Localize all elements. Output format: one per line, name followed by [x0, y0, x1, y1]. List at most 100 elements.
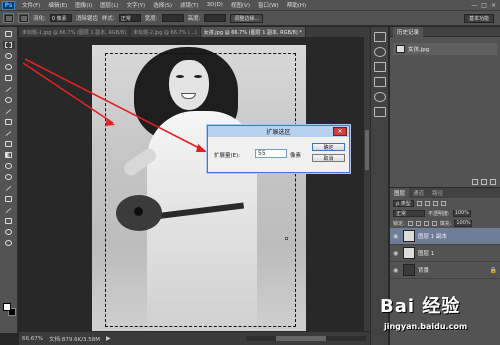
healing-brush-tool-icon[interactable]	[3, 96, 15, 104]
layer-name: 图层 1	[418, 251, 435, 257]
workspace-select[interactable]: 基本功能	[463, 13, 494, 23]
window-controls: — □ ×	[471, 2, 500, 9]
antialias-checkbox[interactable]: 消除锯齿	[76, 14, 98, 22]
tab-channels[interactable]: 通道	[409, 188, 428, 198]
history-snapshot-row[interactable]: 女孩.jpg	[393, 43, 497, 55]
tab-layers[interactable]: 图层	[390, 188, 410, 198]
tab-document-1[interactable]: 未标题-1.jpg @ 66.7% (图层 1 副本, RGB/8)	[19, 27, 131, 37]
create-snapshot-icon[interactable]	[481, 179, 487, 185]
history-panel-icon[interactable]	[373, 32, 386, 42]
feather-input[interactable]: 0 像素	[49, 14, 72, 22]
foreground-color-swatch[interactable]	[3, 303, 11, 311]
close-window-icon[interactable]: ×	[491, 2, 496, 9]
menu-3d[interactable]: 3D(D)	[203, 2, 227, 8]
adjustment-filter-icon[interactable]	[424, 200, 430, 206]
crop-glyph	[5, 75, 12, 81]
canvas-horizontal-scrollbar[interactable]	[246, 336, 366, 341]
new-selection-icon[interactable]	[18, 13, 29, 23]
pen-tool-icon[interactable]	[3, 184, 15, 192]
move-tool-icon[interactable]	[3, 30, 15, 38]
height-input[interactable]	[204, 14, 227, 22]
menu-window[interactable]: 窗口(W)	[254, 1, 283, 9]
canvas-horizontal-scroll-thumb[interactable]	[276, 336, 326, 341]
color-panel-icon[interactable]	[373, 47, 386, 57]
history-brush-tool-icon[interactable]	[3, 129, 15, 137]
blur-tool-icon[interactable]	[3, 162, 15, 170]
layer-item-layer-1-copy[interactable]: ◉ 图层 1 副本	[390, 228, 500, 245]
zoom-tool-icon[interactable]	[3, 239, 15, 247]
tab-document-2[interactable]: 未标题-2.jpg @ 66.7% (...)	[130, 27, 201, 37]
shape-filter-icon[interactable]	[440, 200, 446, 206]
layer-kind-filter[interactable]: ρ 类型	[393, 199, 414, 207]
menu-type[interactable]: 文字(Y)	[123, 1, 150, 9]
layer-item-background[interactable]: ◉ 背景 🔒	[390, 262, 500, 279]
canvas-area[interactable]	[19, 37, 370, 331]
brush-glyph	[5, 108, 12, 114]
width-input[interactable]	[161, 14, 184, 22]
expand-by-input[interactable]	[255, 149, 287, 158]
menu-image[interactable]: 图像(I)	[71, 1, 96, 9]
styles-panel-icon[interactable]	[373, 92, 386, 102]
new-document-from-state-icon[interactable]	[472, 179, 478, 185]
dialog-title-bar[interactable]: 扩展选区 ✕	[208, 126, 349, 137]
character-panel-icon[interactable]	[373, 107, 386, 117]
dialog-close-button[interactable]: ✕	[333, 127, 347, 136]
menu-select[interactable]: 选择(S)	[149, 1, 176, 9]
lasso-tool-icon[interactable]	[3, 52, 15, 60]
ok-button[interactable]: 确定	[312, 143, 345, 151]
maximize-icon[interactable]: □	[481, 2, 487, 9]
quick-selection-tool-icon[interactable]	[3, 63, 15, 71]
swatches-panel-icon[interactable]	[373, 62, 386, 72]
menu-filter[interactable]: 滤镜(T)	[176, 1, 203, 9]
cancel-button[interactable]: 取消	[312, 154, 345, 162]
menu-help[interactable]: 帮助(H)	[283, 1, 310, 9]
minimize-icon[interactable]: —	[471, 2, 477, 9]
zoom-level[interactable]: 66.67%	[22, 336, 43, 342]
path-selection-tool-icon[interactable]	[3, 206, 15, 214]
history-tab[interactable]: 历史记录	[393, 26, 424, 37]
visibility-eye-icon[interactable]: ◉	[393, 267, 400, 274]
gradient-tool-icon[interactable]	[3, 151, 15, 159]
eyedropper-tool-icon[interactable]	[3, 85, 15, 93]
brush-tool-icon[interactable]	[3, 107, 15, 115]
dodge-tool-icon[interactable]	[3, 173, 15, 181]
layer-item-layer-1[interactable]: ◉ 图层 1	[390, 245, 500, 262]
adjustments-panel-icon[interactable]	[373, 77, 386, 87]
menu-edit[interactable]: 编辑(E)	[44, 1, 71, 9]
visibility-eye-icon[interactable]: ◉	[393, 233, 400, 240]
layer-thumbnail	[403, 264, 415, 276]
rectangular-marquee-tool-icon[interactable]	[2, 41, 15, 49]
lock-image-icon[interactable]	[415, 220, 421, 226]
fill-input[interactable]: 100%	[454, 219, 473, 227]
refine-edge-button[interactable]: 调整边缘...	[230, 13, 264, 23]
layer-lock-icon: 🔒	[489, 266, 497, 274]
canvas-vertical-scroll-thumb[interactable]	[365, 130, 369, 170]
menu-view[interactable]: 视图(V)	[227, 1, 254, 9]
lock-position-icon[interactable]	[423, 220, 429, 226]
opacity-input[interactable]: 100%	[452, 209, 471, 217]
tab-document-active[interactable]: 女孩.jpg @ 66.7% (图层 1 副本, RGB/8) *	[200, 27, 306, 37]
watermark-url: jingyan.baidu.com	[384, 322, 468, 331]
color-swatches[interactable]	[3, 303, 16, 317]
type-filter-icon[interactable]	[432, 200, 438, 206]
rectangle-tool-icon[interactable]	[3, 217, 15, 225]
lock-transparent-icon[interactable]	[407, 220, 413, 226]
visibility-eye-icon[interactable]: ◉	[393, 250, 400, 257]
hand-tool-icon[interactable]	[3, 228, 15, 236]
type-tool-icon[interactable]	[3, 195, 15, 203]
pen-glyph	[5, 185, 12, 191]
marquee-tool-preset-icon[interactable]	[3, 13, 14, 23]
blend-mode-select[interactable]: 正常	[393, 209, 425, 217]
status-menu-arrow-icon[interactable]: ▶	[106, 335, 111, 342]
tab-paths[interactable]: 路径	[428, 188, 447, 198]
delete-state-icon[interactable]	[490, 179, 496, 185]
lock-all-icon[interactable]	[431, 220, 437, 226]
crop-tool-icon[interactable]	[3, 74, 15, 82]
pixel-filter-icon[interactable]	[416, 200, 422, 206]
clone-stamp-tool-icon[interactable]	[3, 118, 15, 126]
style-select[interactable]: 正常	[118, 14, 141, 22]
eraser-tool-icon[interactable]	[3, 140, 15, 148]
feather-label: 羽化:	[33, 16, 46, 22]
menu-layer[interactable]: 图层(L)	[96, 1, 122, 9]
menu-file[interactable]: 文件(F)	[18, 1, 44, 9]
